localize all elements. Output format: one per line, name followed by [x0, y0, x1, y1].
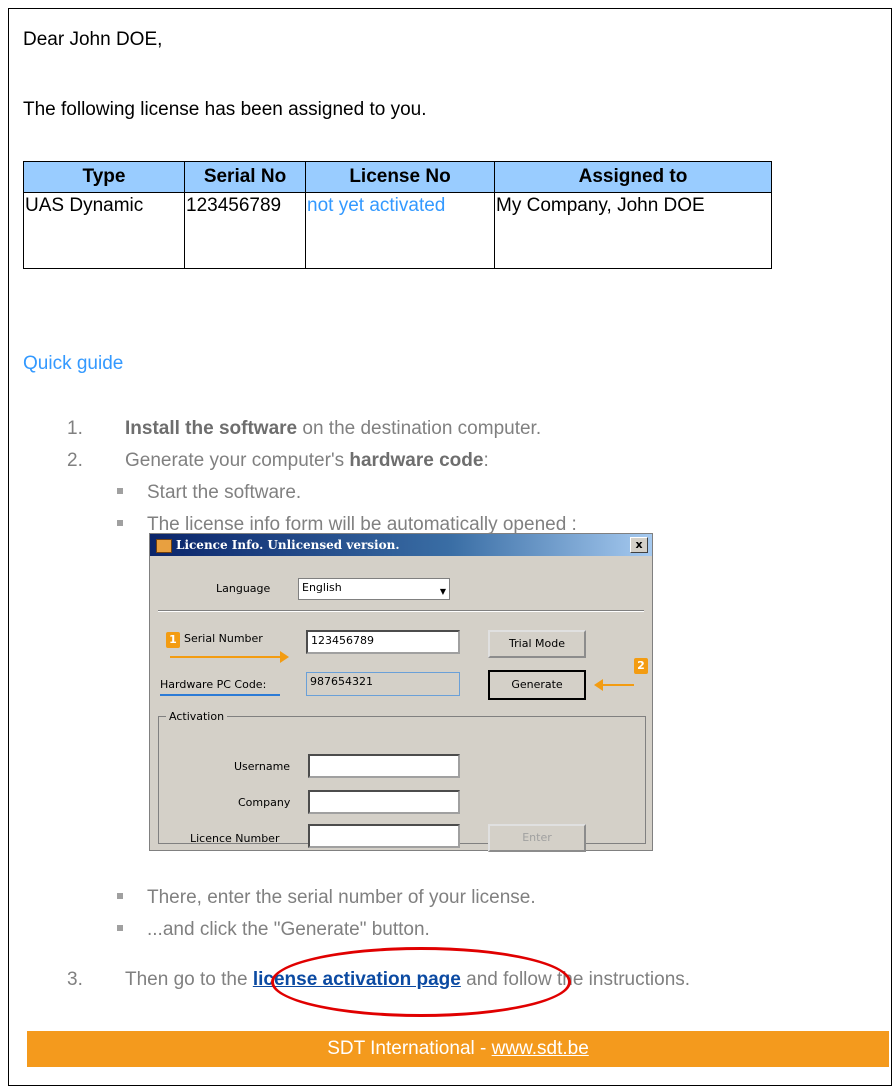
step-number: 2. [67, 450, 83, 471]
list-item: Start the software. [117, 482, 301, 504]
step-3-pre: Then go to the [125, 969, 253, 990]
footer-website-link[interactable]: www.sdt.be [492, 1038, 589, 1059]
column-header-serial: Serial No [184, 161, 306, 193]
hardware-code-label: Hardware PC Code: [160, 678, 267, 691]
greeting: Dear John DOE, [23, 29, 163, 50]
column-header-assigned: Assigned to [494, 161, 772, 193]
step-2-bold: hardware code [349, 450, 484, 471]
bullet-icon [117, 519, 123, 526]
column-header-type: Type [23, 161, 185, 193]
licence-number-label: Licence Number [190, 832, 280, 845]
step-2-rest: : [483, 450, 489, 471]
cell-assigned: My Company, John DOE [494, 192, 772, 269]
generate-button[interactable]: Generate [488, 670, 586, 700]
bullet-icon [117, 924, 123, 931]
list-item: ...and click the "Generate" button. [117, 919, 430, 941]
language-value: English [302, 581, 342, 594]
bullet-icon [117, 892, 123, 899]
cell-serial: 123456789 [184, 192, 306, 269]
language-select[interactable]: English ▼ [298, 578, 450, 600]
license-table: Type Serial No License No Assigned to UA… [23, 161, 772, 269]
step-1: 1. Install the software on the destinatio… [67, 418, 541, 440]
footer-text: SDT International - [327, 1038, 492, 1059]
arrow-icon [170, 656, 280, 658]
close-icon[interactable]: x [630, 537, 648, 553]
company-input[interactable] [308, 790, 460, 814]
step-badge-1: 1 [166, 632, 180, 648]
licence-number-input[interactable] [308, 824, 460, 848]
enter-button[interactable]: Enter [488, 824, 586, 852]
chevron-down-icon: ▼ [439, 587, 446, 596]
hardware-code-field: 987654321 [306, 672, 460, 696]
email-page: Dear John DOE, The following license has… [8, 8, 892, 1086]
step-number: 1. [67, 418, 83, 439]
dialog-title: Licence Info. Unlicensed version. [176, 538, 400, 552]
step-badge-2: 2 [634, 658, 648, 674]
company-label: Company [238, 796, 291, 809]
arrow-head-icon [280, 651, 289, 663]
footer-bar: SDT International - www.sdt.be [27, 1031, 889, 1067]
list-item: There, enter the serial number of your l… [117, 887, 536, 909]
highlight-ellipse [271, 947, 571, 1017]
trial-mode-button[interactable]: Trial Mode [488, 630, 586, 658]
step-1-bold: Install the software [125, 418, 298, 439]
step-2: 2. Generate your computer's hardware code… [67, 450, 489, 472]
divider [158, 610, 644, 612]
language-label: Language [216, 582, 271, 595]
quick-guide-title: Quick guide [23, 353, 124, 374]
app-icon [156, 539, 172, 553]
bullet-icon [117, 487, 123, 494]
step-number: 3. [67, 969, 83, 990]
step-2-text: Generate your computer's [125, 450, 350, 471]
column-header-license: License No [305, 161, 495, 193]
arrow-icon [602, 684, 634, 686]
step-1-rest: on the destination computer. [297, 418, 542, 439]
dialog-titlebar: Licence Info. Unlicensed version. x [150, 534, 652, 556]
serial-number-label: Serial Number [184, 632, 263, 645]
table-header-row: Type Serial No License No Assigned to [23, 161, 772, 193]
username-label: Username [234, 760, 291, 773]
cell-type: UAS Dynamic [23, 192, 185, 269]
username-input[interactable] [308, 754, 460, 778]
activation-group-label: Activation [166, 710, 228, 723]
serial-number-input[interactable]: 123456789 [306, 630, 460, 654]
table-row: UAS Dynamic 123456789 not yet activated … [23, 192, 772, 269]
intro-text: The following license has been assigned … [23, 99, 427, 120]
licence-info-dialog: Licence Info. Unlicensed version. x Lang… [149, 533, 653, 852]
cell-license-no: not yet activated [305, 192, 495, 269]
underline-decoration [160, 694, 280, 696]
